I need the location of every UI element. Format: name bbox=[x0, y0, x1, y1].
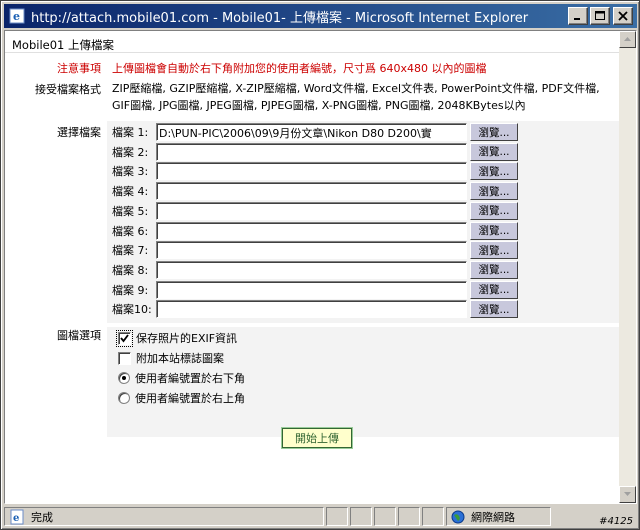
file-path-input[interactable] bbox=[156, 142, 467, 161]
file-path-input[interactable] bbox=[156, 300, 467, 319]
status-slot-4 bbox=[398, 507, 420, 526]
file-row: 檔案 2: 瀏覽... bbox=[112, 142, 518, 162]
minimize-icon bbox=[574, 18, 580, 20]
browser-viewport: Mobile01 上傳檔案 注意事項 上傳圖檔會自動於右下角附加您的使用者編號，… bbox=[4, 30, 637, 504]
maximize-button[interactable] bbox=[590, 7, 610, 25]
file-path-input[interactable] bbox=[156, 162, 467, 181]
page-header: Mobile01 上傳檔案 bbox=[5, 31, 619, 53]
file-row: 檔案 1: D:\PUN-PIC\2006\09\9月份文章\Nikon D80 … bbox=[112, 122, 518, 142]
page-done-icon: e bbox=[10, 509, 24, 524]
scroll-up-button[interactable] bbox=[619, 31, 636, 48]
file-path-input[interactable] bbox=[156, 280, 467, 299]
status-text: 完成 bbox=[31, 510, 53, 524]
file-row: 檔案 4: 瀏覽... bbox=[112, 181, 518, 201]
window-title: http://attach.mobile01.com - Mobile01- 上… bbox=[31, 10, 529, 26]
browse-button[interactable]: 瀏覽... bbox=[470, 142, 518, 161]
notice-row: 注意事項 上傳圖檔會自動於右下角附加您的使用者編號，尺寸爲 640x480 以內… bbox=[5, 58, 619, 76]
file-path-input[interactable] bbox=[156, 221, 467, 240]
id-bottom-right-radio[interactable] bbox=[118, 372, 130, 384]
file-row-label: 檔案10: bbox=[112, 303, 152, 317]
file-row-label: 檔案 8: bbox=[112, 263, 149, 277]
maximize-icon bbox=[595, 11, 605, 20]
select-files-label: 選擇檔案 bbox=[57, 126, 101, 139]
zone-text: 網際網路 bbox=[471, 510, 515, 524]
browse-button[interactable]: 瀏覽... bbox=[470, 201, 518, 220]
close-button[interactable] bbox=[613, 7, 633, 25]
file-row-label: 檔案 5: bbox=[112, 204, 149, 218]
id-top-right-radio[interactable] bbox=[118, 392, 130, 404]
add-logo-checkbox[interactable] bbox=[118, 351, 131, 365]
status-slot-1 bbox=[326, 507, 348, 526]
zone-panel: 網際網路 bbox=[446, 507, 551, 526]
option-id-top-right[interactable]: 使用者編號置於右上角 bbox=[118, 389, 245, 407]
file-row: 檔案 8: 瀏覽... bbox=[112, 260, 518, 280]
file-row: 檔案 9: 瀏覽... bbox=[112, 280, 518, 300]
browse-button[interactable]: 瀏覽... bbox=[470, 241, 518, 260]
browse-button[interactable]: 瀏覽... bbox=[470, 260, 518, 279]
notice-text: 上傳圖檔會自動於右下角附加您的使用者編號，尺寸爲 640x480 以內的圖檔 bbox=[112, 62, 487, 75]
start-upload-button[interactable]: 開始上傳 bbox=[281, 427, 353, 449]
file-path-input[interactable] bbox=[156, 241, 467, 260]
file-path-input[interactable]: D:\PUN-PIC\2006\09\9月份文章\Nikon D80 D200\… bbox=[156, 123, 467, 141]
browse-button[interactable]: 瀏覽... bbox=[470, 280, 518, 299]
close-icon bbox=[618, 11, 628, 21]
minimize-button[interactable] bbox=[568, 7, 588, 25]
vertical-scrollbar[interactable] bbox=[619, 31, 636, 503]
option-add-logo[interactable]: 附加本站標誌圖案 bbox=[118, 349, 224, 367]
status-slot-3 bbox=[374, 507, 396, 526]
id-top-right-label: 使用者編號置於右上角 bbox=[135, 392, 245, 405]
file-row: 檔案 5: 瀏覽... bbox=[112, 201, 518, 221]
status-bar: e 完成 網際網路 bbox=[4, 506, 637, 527]
browse-button[interactable]: 瀏覽... bbox=[470, 182, 518, 201]
file-row-label: 檔案 6: bbox=[112, 224, 149, 238]
ie-page-icon: e bbox=[7, 6, 27, 26]
watermark-text: #4125 bbox=[599, 516, 633, 527]
file-row-label: 檔案 2: bbox=[112, 145, 149, 159]
file-row: 檔案 6: 瀏覽... bbox=[112, 221, 518, 241]
file-row: 檔案 7: 瀏覽... bbox=[112, 240, 518, 260]
browse-button[interactable]: 瀏覽... bbox=[470, 221, 518, 240]
globe-icon bbox=[451, 510, 465, 523]
browse-button[interactable]: 瀏覽... bbox=[470, 162, 518, 181]
notice-label: 注意事項 bbox=[57, 62, 101, 75]
option-id-bottom-right[interactable]: 使用者編號置於右下角 bbox=[118, 369, 245, 387]
image-options-label: 圖檔選項 bbox=[57, 329, 101, 342]
status-slot-2 bbox=[350, 507, 372, 526]
file-row: 檔案10: 瀏覽... bbox=[112, 299, 518, 319]
file-path-input[interactable] bbox=[156, 182, 467, 201]
status-slot-5 bbox=[422, 507, 444, 526]
file-row-label: 檔案 9: bbox=[112, 283, 149, 297]
file-row-label: 檔案 1: bbox=[112, 126, 149, 139]
option-keep-exif[interactable]: 保存照片的EXIF資訊 bbox=[116, 329, 238, 347]
add-logo-label: 附加本站標誌圖案 bbox=[136, 352, 224, 365]
svg-text:e: e bbox=[13, 513, 19, 524]
scroll-down-button[interactable] bbox=[619, 486, 636, 503]
file-path-input[interactable] bbox=[156, 201, 467, 220]
status-panel: e 完成 bbox=[4, 507, 324, 526]
upload-page: Mobile01 上傳檔案 注意事項 上傳圖檔會自動於右下角附加您的使用者編號，… bbox=[5, 31, 619, 503]
keep-exif-checkbox[interactable] bbox=[116, 329, 133, 347]
formats-row: 接受檔案格式 ZIP壓縮檔, GZIP壓縮檔, X-ZIP壓縮檔, Word文件… bbox=[5, 79, 619, 117]
file-row-label: 檔案 4: bbox=[112, 185, 149, 199]
file-row-label: 檔案 3: bbox=[112, 165, 149, 179]
file-row: 檔案 3: 瀏覽... bbox=[112, 161, 518, 181]
formats-text: ZIP壓縮檔, GZIP壓縮檔, X-ZIP壓縮檔, Word文件檔, Exce… bbox=[112, 82, 600, 112]
title-bar[interactable]: e http://attach.mobile01.com - Mobile01-… bbox=[4, 4, 637, 28]
svg-text:e: e bbox=[13, 10, 20, 23]
arrow-up-icon bbox=[624, 37, 631, 41]
ie-window: e http://attach.mobile01.com - Mobile01-… bbox=[0, 0, 640, 530]
keep-exif-label: 保存照片的EXIF資訊 bbox=[136, 332, 238, 345]
checkmark-icon bbox=[120, 333, 129, 342]
browse-button[interactable]: 瀏覽... bbox=[470, 300, 518, 319]
formats-label: 接受檔案格式 bbox=[35, 83, 101, 96]
file-path-input[interactable] bbox=[156, 260, 467, 279]
id-bottom-right-label: 使用者編號置於右下角 bbox=[135, 372, 245, 385]
radio-selected-dot bbox=[122, 376, 126, 380]
arrow-down-icon bbox=[624, 492, 631, 496]
browse-button[interactable]: 瀏覽... bbox=[470, 123, 518, 141]
file-row-label: 檔案 7: bbox=[112, 244, 149, 258]
